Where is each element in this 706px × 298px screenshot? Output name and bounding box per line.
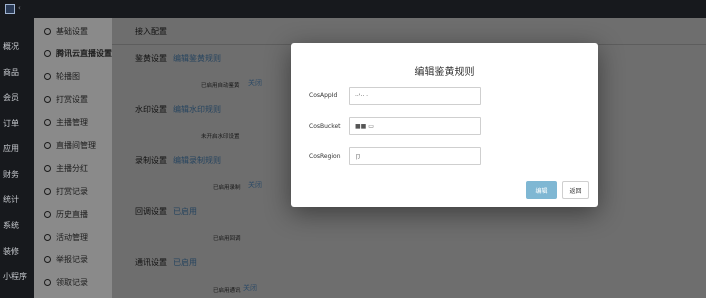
radio-icon (44, 96, 51, 103)
radio-icon (44, 50, 51, 57)
submenu-item-anchor-bonus[interactable]: 主播分红 (44, 163, 88, 174)
submenu-item-carousel[interactable]: 轮播图 (44, 71, 80, 82)
radio-icon (44, 279, 51, 286)
back-button[interactable]: 返回 (562, 181, 589, 199)
radio-icon (44, 234, 51, 241)
nav-item-statistics[interactable]: 统计 (3, 194, 19, 205)
submenu-item-rooms[interactable]: 直播间管理 (44, 140, 96, 151)
close-communication-button[interactable]: 关闭 (243, 283, 257, 293)
nav-item-members[interactable]: 会员 (3, 92, 19, 103)
section-callback: 回调设置 已启用 (135, 207, 197, 216)
edit-porn-rules-dialog: 编辑鉴黄规则 CosAppId CosBucket CosRegion 编辑 返… (291, 43, 598, 207)
radio-icon (44, 188, 51, 195)
status-text: 已启用回调 (213, 236, 241, 242)
nav-item-orders[interactable]: 订单 (3, 118, 19, 129)
nav-item-miniprogram[interactable]: 小程序 (3, 271, 27, 282)
app-logo-icon[interactable] (5, 4, 15, 14)
nav-item-overview[interactable]: 概况 (3, 41, 19, 52)
nav-item-apps[interactable]: 应用 (3, 143, 19, 154)
section-communication: 通讯设置 已启用 (135, 258, 197, 267)
edit-porn-rules-link[interactable]: 编辑鉴黄规则 (173, 54, 221, 63)
nav-item-decoration[interactable]: 装修 (3, 246, 19, 257)
radio-icon (44, 119, 51, 126)
cos-bucket-label: CosBucket (309, 123, 341, 130)
cos-appid-input[interactable] (349, 87, 481, 105)
radio-icon (44, 142, 51, 149)
main-sidebar: 概况 商品 会员 订单 应用 财务 统计 系统 装修 小程序 (0, 18, 34, 298)
cos-region-label: CosRegion (309, 153, 341, 160)
submenu-item-history[interactable]: 历史直播 (44, 209, 88, 220)
submenu-item-claims[interactable]: 领取记录 (44, 277, 88, 288)
callback-status-link[interactable]: 已启用 (173, 207, 197, 216)
submenu: 基础设置 腾讯云直播设置 轮播图 打赏设置 主播管理 直播间管理 主播分红 打赏… (34, 18, 112, 298)
submenu-item-live-settings[interactable]: 腾讯云直播设置 (44, 48, 112, 59)
submenu-item-tip-settings[interactable]: 打赏设置 (44, 94, 88, 105)
status-text: 已启用自动鉴黄 (201, 83, 240, 89)
nav-item-finance[interactable]: 财务 (3, 169, 19, 180)
submenu-item-reports[interactable]: 举报记录 (44, 254, 88, 265)
cos-bucket-input[interactable] (349, 117, 481, 135)
radio-icon (44, 28, 51, 35)
radio-icon (44, 165, 51, 172)
radio-icon (44, 73, 51, 80)
communication-status-link[interactable]: 已启用 (173, 258, 197, 267)
nav-item-system[interactable]: 系统 (3, 220, 19, 231)
section-recording: 录制设置 编辑录制规则 (135, 156, 221, 165)
status-text: 未开启水印设置 (201, 134, 240, 140)
submenu-item-anchors[interactable]: 主播管理 (44, 117, 88, 128)
close-porn-button[interactable]: 关闭 (248, 78, 262, 88)
dialog-title: 编辑鉴黄规则 (414, 67, 475, 78)
section-watermark: 水印设置 编辑水印规则 (135, 105, 221, 114)
edit-watermark-rules-link[interactable]: 编辑水印规则 (173, 105, 221, 114)
radio-icon (44, 211, 51, 218)
nav-item-products[interactable]: 商品 (3, 67, 19, 78)
cos-region-input[interactable] (349, 147, 481, 165)
status-text: 已启用通讯 (213, 288, 241, 294)
submenu-item-basic[interactable]: 基础设置 (44, 26, 88, 37)
section-porn-detection: 鉴黄设置 编辑鉴黄规则 (135, 54, 221, 63)
page-title: 接入配置 (135, 27, 167, 36)
cos-appid-label: CosAppId (309, 92, 338, 99)
close-recording-button[interactable]: 关闭 (248, 180, 262, 190)
submenu-item-activities[interactable]: 活动管理 (44, 232, 88, 243)
radio-icon (44, 256, 51, 263)
status-text: 已启用录制 (213, 185, 241, 191)
edit-recording-rules-link[interactable]: 编辑录制规则 (173, 156, 221, 165)
edit-button[interactable]: 编辑 (526, 181, 557, 199)
top-bar: ‹ (0, 0, 706, 18)
submenu-item-tip-records[interactable]: 打赏记录 (44, 186, 88, 197)
collapse-caret-icon[interactable]: ‹ (18, 4, 21, 12)
